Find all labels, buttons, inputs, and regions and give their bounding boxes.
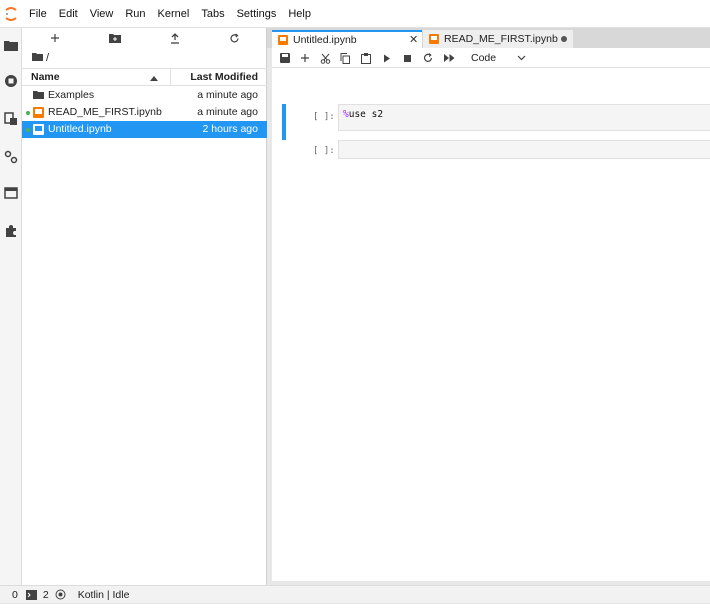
- property-inspector-icon[interactable]: [2, 148, 20, 166]
- run-icon[interactable]: [380, 51, 394, 65]
- kernel-status[interactable]: Kotlin | Idle: [78, 589, 130, 601]
- file-modified: a minute ago: [197, 89, 258, 101]
- refresh-icon[interactable]: [224, 30, 244, 46]
- new-folder-button[interactable]: [105, 30, 125, 46]
- cell-editor[interactable]: %use s2: [338, 104, 710, 131]
- folder-icon[interactable]: [2, 36, 20, 54]
- menu-settings[interactable]: Settings: [231, 0, 283, 28]
- code-cell[interactable]: [ ]:: [282, 140, 710, 164]
- unsaved-indicator[interactable]: [561, 36, 567, 42]
- file-row-untitled[interactable]: Untitled.ipynb 2 hours ago: [22, 121, 267, 138]
- running-sessions-icon[interactable]: [2, 72, 20, 90]
- file-row-read-me-first[interactable]: READ_ME_FIRST.ipynb a minute ago: [22, 104, 267, 121]
- notebook-icon: [33, 124, 44, 135]
- cell-type-value: Code: [471, 51, 497, 64]
- code-text: use s2: [348, 109, 384, 120]
- tab-bar: Untitled.ipynb ✕ READ_ME_FIRST.ipynb: [267, 28, 710, 48]
- breadcrumb: /: [32, 51, 49, 65]
- column-divider[interactable]: [170, 69, 171, 85]
- extensions-icon[interactable]: [2, 222, 20, 240]
- kernel-icon[interactable]: [55, 589, 66, 600]
- paste-icon[interactable]: [359, 51, 373, 65]
- notebook-icon: [278, 35, 288, 45]
- menu-edit[interactable]: Edit: [53, 0, 84, 28]
- cell-code: %use s2: [343, 109, 383, 120]
- menu-view[interactable]: View: [84, 0, 120, 28]
- file-row-examples[interactable]: Examples a minute ago: [22, 87, 267, 104]
- tab-untitled[interactable]: Untitled.ipynb ✕: [272, 30, 422, 48]
- file-name: Examples: [48, 89, 95, 101]
- save-icon[interactable]: [278, 51, 292, 65]
- chevron-down-icon[interactable]: [517, 52, 526, 64]
- menu-file[interactable]: File: [23, 0, 53, 28]
- file-list-header: Name Last Modified: [22, 68, 267, 86]
- cell-editor[interactable]: [338, 140, 710, 159]
- notebook-panel: Code [ ]: %use s2 [ ]:: [272, 48, 710, 581]
- upload-icon[interactable]: [165, 30, 185, 46]
- menu-bar: File Edit View Run Kernel Tabs Settings …: [0, 0, 710, 28]
- menu-run[interactable]: Run: [119, 0, 151, 28]
- cell-type-select[interactable]: Code: [471, 50, 496, 65]
- active-cell-indicator[interactable]: [282, 104, 286, 140]
- status-count[interactable]: 2: [43, 589, 49, 601]
- file-modified: a minute ago: [197, 106, 258, 118]
- cell-prompt: [ ]:: [313, 146, 335, 156]
- menu-tabs[interactable]: Tabs: [195, 0, 230, 28]
- main-area: Untitled.ipynb ✕ READ_ME_FIRST.ipynb Cod…: [267, 28, 710, 585]
- file-browser-toolbar: [22, 28, 267, 48]
- tab-label: READ_ME_FIRST.ipynb: [444, 33, 558, 45]
- stop-icon[interactable]: [400, 51, 414, 65]
- commands-icon[interactable]: [2, 110, 20, 128]
- terminal-icon[interactable]: [25, 589, 37, 600]
- sort-ascending-icon[interactable]: [150, 72, 158, 84]
- jupyter-logo-icon: [0, 0, 22, 28]
- name-column-header[interactable]: Name: [31, 71, 60, 83]
- file-browser: / Name Last Modified Examples a minute a…: [22, 28, 267, 585]
- new-launcher-button[interactable]: [45, 30, 65, 46]
- file-modified: 2 hours ago: [202, 123, 258, 135]
- last-modified-column-header[interactable]: Last Modified: [190, 71, 258, 83]
- restart-kernel-icon[interactable]: [421, 51, 435, 65]
- tab-read-me-first[interactable]: READ_ME_FIRST.ipynb: [423, 30, 573, 48]
- notebook-toolbar: Code: [272, 48, 710, 68]
- file-name: Untitled.ipynb: [48, 123, 112, 135]
- tab-label: Untitled.ipynb: [293, 34, 357, 46]
- menu-kernel[interactable]: Kernel: [152, 0, 196, 28]
- folder-icon[interactable]: [32, 52, 43, 64]
- close-icon[interactable]: ✕: [409, 33, 418, 46]
- notebook-icon: [429, 34, 439, 44]
- status-count[interactable]: 0: [12, 589, 18, 601]
- running-indicator: [26, 128, 30, 132]
- running-indicator: [26, 111, 30, 115]
- code-cell[interactable]: [ ]: %use s2: [282, 104, 710, 140]
- file-name: READ_ME_FIRST.ipynb: [48, 106, 162, 118]
- activity-bar: [0, 28, 22, 585]
- fast-forward-icon[interactable]: [442, 51, 456, 65]
- status-bar: 0 2 Kotlin | Idle: [0, 585, 710, 603]
- menu-help[interactable]: Help: [282, 0, 317, 28]
- breadcrumb-root[interactable]: /: [46, 52, 49, 64]
- cut-icon[interactable]: [318, 51, 332, 65]
- insert-cell-icon[interactable]: [298, 51, 312, 65]
- folder-icon: [33, 90, 44, 101]
- bottom-strip: [0, 603, 710, 614]
- tabs-icon[interactable]: [2, 184, 20, 202]
- cell-prompt: [ ]:: [313, 112, 335, 122]
- notebook-icon: [33, 107, 44, 118]
- copy-icon[interactable]: [338, 51, 352, 65]
